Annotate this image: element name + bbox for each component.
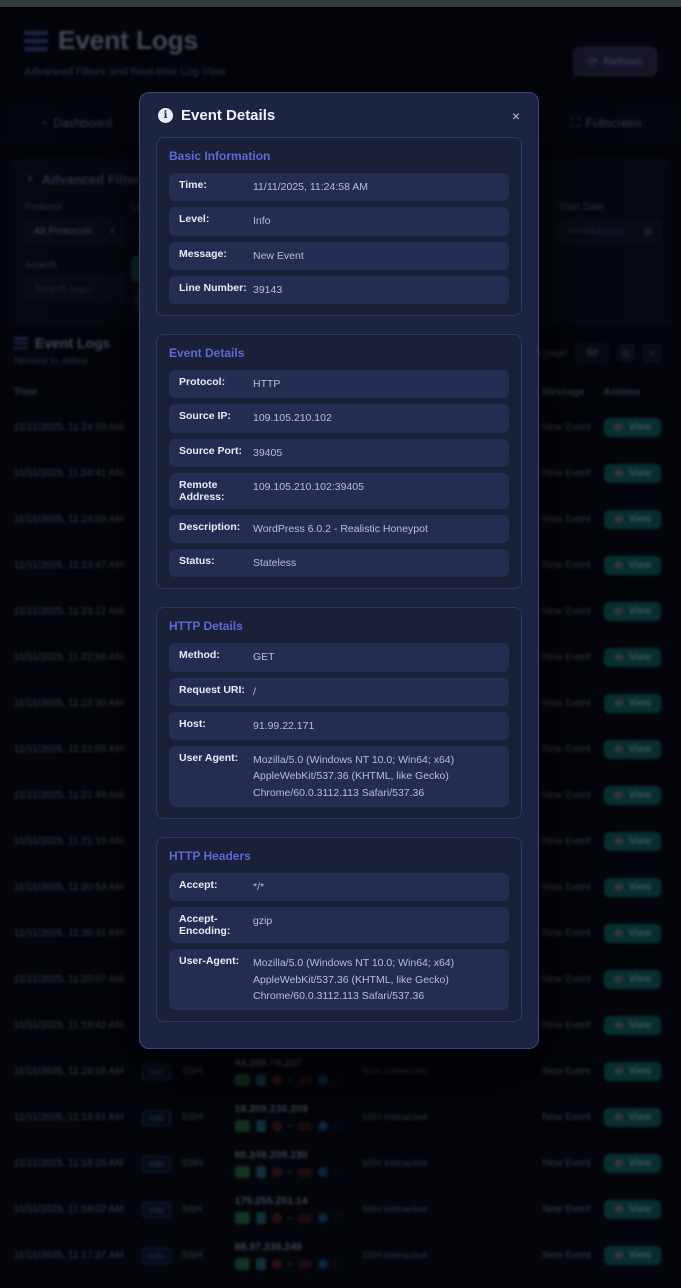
detail-row: Accept-Encoding:gzip <box>169 907 509 943</box>
detail-value: 91.99.22.171 <box>253 718 314 734</box>
detail-label: Description: <box>179 521 253 533</box>
section-title: Event Details <box>169 346 509 360</box>
detail-label: Level: <box>179 213 253 225</box>
detail-label: Request URI: <box>179 684 253 696</box>
detail-value: Info <box>253 213 271 229</box>
detail-value: */* <box>253 879 264 895</box>
detail-row: Host:91.99.22.171 <box>169 712 509 740</box>
event-details-modal: i Event Details × Basic Information Time:… <box>139 92 539 1049</box>
detail-label: Status: <box>179 555 253 567</box>
detail-value: 11/11/2025, 11:24:58 AM <box>253 179 368 195</box>
detail-label: User Agent: <box>179 752 253 764</box>
detail-label: Protocol: <box>179 376 253 388</box>
detail-row: Description:WordPress 6.0.2 - Realistic … <box>169 515 509 543</box>
detail-label: Host: <box>179 718 253 730</box>
modal-section-event-details: Event DetailsProtocol:HTTPSource IP:109.… <box>156 334 522 589</box>
detail-row: Level:Info <box>169 207 509 235</box>
detail-value: GET <box>253 649 275 665</box>
window-top-strip <box>0 0 681 7</box>
detail-row: Time:11/11/2025, 11:24:58 AM <box>169 173 509 201</box>
detail-row: Source IP:109.105.210.102 <box>169 404 509 432</box>
detail-label: User-Agent: <box>179 955 253 967</box>
detail-row: Accept:*/* <box>169 873 509 901</box>
modal-section-basic-information: Basic Information Time:11/11/2025, 11:24:… <box>156 137 522 316</box>
detail-value: Stateless <box>253 555 296 571</box>
modal-section-http-details: HTTP Details Method:GET Request URI:/ Host:… <box>156 607 522 819</box>
detail-row: Request URI:/ <box>169 678 509 706</box>
detail-row: Protocol:HTTP <box>169 370 509 398</box>
detail-value: 39143 <box>253 282 282 298</box>
detail-row: Method:GET <box>169 643 509 671</box>
detail-value: 109.105.210.102 <box>253 410 332 426</box>
detail-row: Status:Stateless <box>169 549 509 577</box>
info-icon: i <box>158 108 173 123</box>
detail-row: Message:New Event <box>169 242 509 270</box>
detail-value: 39405 <box>253 445 282 461</box>
detail-row: Remote Address:109.105.210.102:39405 <box>169 473 509 509</box>
detail-value: gzip <box>253 913 272 929</box>
section-title: Basic Information <box>169 149 509 163</box>
close-icon[interactable]: × <box>512 109 520 123</box>
modal-section-http-headers: HTTP Headers Accept:*/* Accept-Encoding:gz… <box>156 837 522 1022</box>
modal-header: i Event Details × <box>140 93 538 135</box>
detail-row: User-Agent:Mozilla/5.0 (Windows NT 10.0;… <box>169 949 509 1010</box>
detail-value: HTTP <box>253 376 280 392</box>
detail-label: Method: <box>179 649 253 661</box>
detail-row: User Agent:Mozilla/5.0 (Windows NT 10.0;… <box>169 746 509 807</box>
detail-value: New Event <box>253 248 304 264</box>
detail-row: Line Number:39143 <box>169 276 509 304</box>
section-title: HTTP Details <box>169 619 509 633</box>
detail-label: Time: <box>179 179 253 191</box>
detail-label: Source Port: <box>179 445 253 457</box>
detail-label: Source IP: <box>179 410 253 422</box>
detail-label: Accept: <box>179 879 253 891</box>
detail-label: Remote Address: <box>179 479 253 503</box>
detail-label: Accept-Encoding: <box>179 913 253 937</box>
modal-title: Event Details <box>181 107 275 124</box>
detail-value: Mozilla/5.0 (Windows NT 10.0; Win64; x64… <box>253 752 499 801</box>
section-title: HTTP Headers <box>169 849 509 863</box>
detail-value: 109.105.210.102:39405 <box>253 479 364 495</box>
detail-value: / <box>253 684 256 700</box>
detail-label: Message: <box>179 248 253 260</box>
detail-label: Line Number: <box>179 282 253 294</box>
detail-value: WordPress 6.0.2 - Realistic Honeypot <box>253 521 428 537</box>
detail-value: Mozilla/5.0 (Windows NT 10.0; Win64; x64… <box>253 955 499 1004</box>
detail-row: Source Port:39405 <box>169 439 509 467</box>
